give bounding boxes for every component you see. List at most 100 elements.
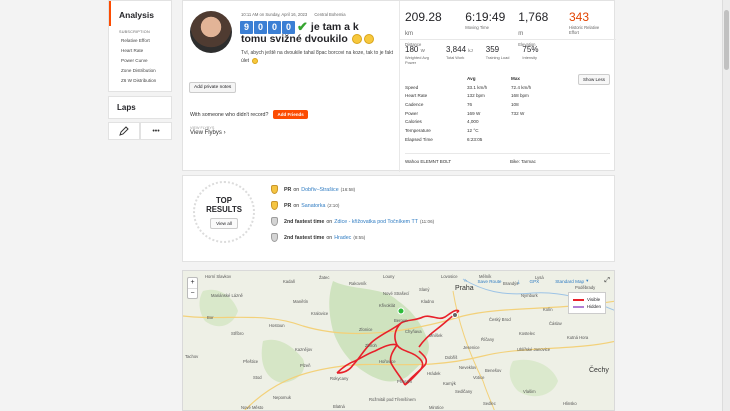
map-label: Nepomuk [273, 395, 291, 400]
row-avg: 132 bpm [467, 93, 485, 99]
achievement-prefix: 2nd fastest time [284, 234, 325, 241]
table-row: Cadence 76 108 [405, 100, 565, 109]
row-label: Heart Rate [405, 93, 428, 99]
row-avg: 4,000 [467, 119, 479, 125]
map-label: Chyňava [405, 329, 422, 334]
legend-visible-swatch [573, 298, 584, 301]
table-row: Elapsed Time 6:23:05 [405, 135, 565, 144]
zoom-out-button[interactable]: − [188, 288, 197, 298]
row-avg: 12 °C [467, 127, 479, 133]
map-label: Kutná Hora [567, 335, 589, 340]
download-icon: ⤓ [517, 278, 520, 284]
activity-description: Tvl, abych ještě na dvoukile tahal 8pac … [241, 49, 401, 65]
table-row: Heart Rate 132 bpm 168 bpm [405, 91, 565, 100]
segment-time: (16:58) [340, 187, 356, 192]
row-max: 732 W [511, 110, 525, 116]
bike-name[interactable]: Bike: Tarmac [510, 159, 536, 164]
map-label: Vlašim [523, 389, 536, 394]
analysis-sidebar: Analysis SUBSCRIPTION Relative Effort He… [108, 0, 172, 140]
sidebar-actions: ••• [108, 122, 172, 140]
achievement-on: on [293, 186, 300, 193]
analysis-title[interactable]: Analysis [109, 1, 171, 26]
stat-total-work: 3,844 kJ Total Work [446, 45, 473, 65]
add-friends-button[interactable]: Add Friends [273, 110, 308, 119]
route-start-marker[interactable] [397, 307, 405, 315]
map-label: Nové Strašecí [383, 291, 410, 296]
laugh-emoji-icon [252, 57, 259, 64]
show-less-button[interactable]: Show Less [577, 74, 610, 85]
relative-effort-value: 343 [569, 10, 590, 24]
sidebar-item-zone-distribution[interactable]: Zone Distribution [109, 66, 171, 76]
route-end-marker[interactable] [452, 312, 458, 318]
stat-training-load: 359 Training Load [486, 45, 510, 65]
map-label: Neveklov [459, 365, 477, 370]
title-digit: 0 [268, 20, 281, 34]
segment-link[interactable]: Hradec [334, 235, 351, 241]
export-gpx-button[interactable]: ⤓ GPX [509, 277, 539, 285]
achievement-item: 2nd fastest time on Hradec (8:55) [271, 233, 365, 242]
activity-meta: 10:11 AM on Sunday, April 16, 2023 Centr… [241, 12, 346, 17]
intensity-label: Intensity [522, 55, 537, 60]
relative-effort-label: Historic Relative Effort [569, 25, 600, 35]
training-load-value: 359 [485, 45, 500, 54]
elevation-value: 1,768 [518, 10, 549, 24]
segment-link[interactable]: Sanatorka [301, 203, 325, 209]
page-scrollbar[interactable] [722, 0, 730, 411]
description-text: Tvl, abych ještě na dvoukile tahal 8pac … [241, 50, 394, 64]
row-max: 168 bpm [511, 93, 529, 99]
map-label: Benešov [485, 368, 502, 373]
legend-hidden-label: Hidden [586, 304, 601, 309]
moving-time-value: 6:19:49 [465, 10, 506, 24]
map-label: Rokycany [330, 376, 349, 381]
map-type-select[interactable]: Standard Map ▾ [547, 277, 588, 285]
sidebar-item-power-curve[interactable]: Power Curve [109, 56, 171, 66]
scrollbar-thumb[interactable] [724, 10, 729, 70]
map-label: Žatec [319, 275, 330, 280]
add-private-notes-button[interactable]: Add private notes [189, 82, 237, 93]
segment-link[interactable]: Dobřiv–Strašice [301, 187, 338, 193]
map-label: Jesenice [463, 345, 480, 350]
row-label: Temperature [405, 127, 431, 133]
achievement-item: PR on Sanatorka (2:10) [271, 201, 339, 210]
segment-time: (11:06) [419, 219, 435, 224]
with-someone-row: With someone who didn't record? Add Frie… [190, 110, 308, 119]
zoom-in-button[interactable]: + [188, 278, 197, 288]
save-route-button[interactable]: ☆ Save Route [455, 277, 501, 285]
legend-hidden-swatch [573, 305, 584, 308]
achievement-on: on [293, 202, 300, 209]
edit-button[interactable] [108, 122, 140, 140]
map-label: Sedlčany [455, 389, 473, 394]
sidebar-item-relative-effort[interactable]: Relative Effort [109, 36, 171, 46]
segment-link[interactable]: Zdice - křižovatka pod Točníkem TT [334, 219, 418, 225]
table-row: Speed 33.1 km/h 72.4 km/h [405, 83, 565, 92]
distance-value: 209.28 [405, 10, 442, 24]
map-label: Kadaň [283, 279, 296, 284]
athlete-avatar[interactable] [190, 11, 232, 53]
sidebar-item-heart-rate[interactable]: Heart Rate [109, 46, 171, 56]
map-label: Manětín [293, 299, 309, 304]
row-label: Elapsed Time [405, 136, 433, 142]
route-map[interactable]: Horní Slavkov Rakovník Louny Lovosice Kr… [182, 270, 615, 411]
save-route-label: Save Route [477, 278, 502, 284]
view-all-button[interactable]: View all [210, 217, 238, 229]
intensity-value: 75% [522, 45, 539, 54]
achievement-item: 2nd fastest time on Zdice - křižovatka p… [271, 217, 434, 226]
map-label: Tachov [185, 354, 199, 359]
map-label: Rožmitál pod Třemšínem [369, 397, 416, 402]
weighted-power-label: Weighted Avg Power [405, 55, 429, 65]
device-name: Wahoo ELEMNT BOLT [405, 159, 452, 164]
star-icon: ☆ [463, 278, 468, 283]
sidebar-item-laps[interactable]: Laps [108, 96, 172, 119]
row-label: Speed [405, 84, 419, 90]
stat-moving-time: 6:19:49 Moving Time [465, 10, 505, 47]
equipment-row: Wahoo ELEMNT BOLT Bike: Tarmac [405, 159, 605, 164]
map-label-cechy: Čechy [589, 367, 609, 374]
top-results-title-line2: RESULTS [206, 204, 242, 214]
total-work-unit: kJ [468, 48, 473, 53]
sidebar-item-z6-distribution[interactable]: Z6 W Distribution [109, 76, 171, 91]
view-flybys-link[interactable]: View Flybys › [190, 130, 226, 136]
row-max: 108 [511, 101, 519, 107]
fullscreen-button[interactable]: ⤢ [596, 277, 610, 285]
more-actions-button[interactable]: ••• [140, 122, 172, 140]
stat-relative-effort[interactable]: 343 Historic Relative Effort [569, 10, 603, 47]
